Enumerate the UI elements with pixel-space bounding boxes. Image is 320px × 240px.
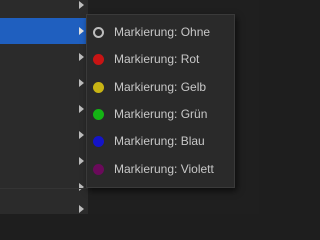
menu-item-marking-none[interactable]: Markierung: Ohne (87, 19, 234, 45)
parent-menu-item[interactable] (0, 196, 88, 214)
empty-circle-icon (93, 26, 104, 38)
parent-menu-item[interactable] (0, 70, 88, 96)
submenu-arrow-icon (79, 27, 84, 35)
blue-dot-icon (93, 135, 104, 147)
submenu-arrow-icon (79, 79, 84, 87)
yellow-dot-icon (93, 81, 104, 93)
submenu-arrow-icon (79, 205, 84, 213)
violet-dot-icon (93, 163, 104, 175)
menu-item-label: Markierung: Grün (114, 107, 208, 121)
menu-item-label: Markierung: Rot (114, 52, 200, 66)
menu-item-marking-green[interactable]: Markierung: Grün (87, 101, 234, 127)
marking-submenu: Markierung: Ohne Markierung: Rot Markier… (86, 14, 235, 188)
submenu-arrow-icon (79, 105, 84, 113)
context-menu-stage: Markierung: Ohne Markierung: Rot Markier… (0, 0, 259, 214)
menu-item-marking-red[interactable]: Markierung: Rot (87, 46, 234, 72)
menu-item-marking-yellow[interactable]: Markierung: Gelb (87, 74, 234, 100)
menu-divider (0, 188, 88, 189)
submenu-arrow-icon (79, 53, 84, 61)
parent-menu (0, 0, 88, 214)
parent-menu-item[interactable] (0, 44, 88, 70)
parent-menu-item[interactable] (0, 96, 88, 122)
red-dot-icon (93, 53, 104, 65)
parent-menu-item[interactable] (0, 148, 88, 174)
parent-menu-item[interactable] (0, 0, 88, 18)
submenu-arrow-icon (79, 1, 84, 9)
menu-item-label: Markierung: Violett (114, 162, 214, 176)
submenu-arrow-icon (79, 131, 84, 139)
parent-menu-item[interactable] (0, 122, 88, 148)
parent-menu-item-active[interactable] (0, 18, 88, 44)
menu-item-marking-violet[interactable]: Markierung: Violett (87, 156, 234, 182)
submenu-arrow-icon (79, 183, 84, 191)
menu-item-label: Markierung: Blau (114, 134, 205, 148)
submenu-arrow-icon (79, 157, 84, 165)
menu-item-marking-blue[interactable]: Markierung: Blau (87, 128, 234, 154)
menu-item-label: Markierung: Gelb (114, 80, 207, 94)
green-dot-icon (93, 108, 104, 120)
menu-item-label: Markierung: Ohne (114, 25, 211, 39)
